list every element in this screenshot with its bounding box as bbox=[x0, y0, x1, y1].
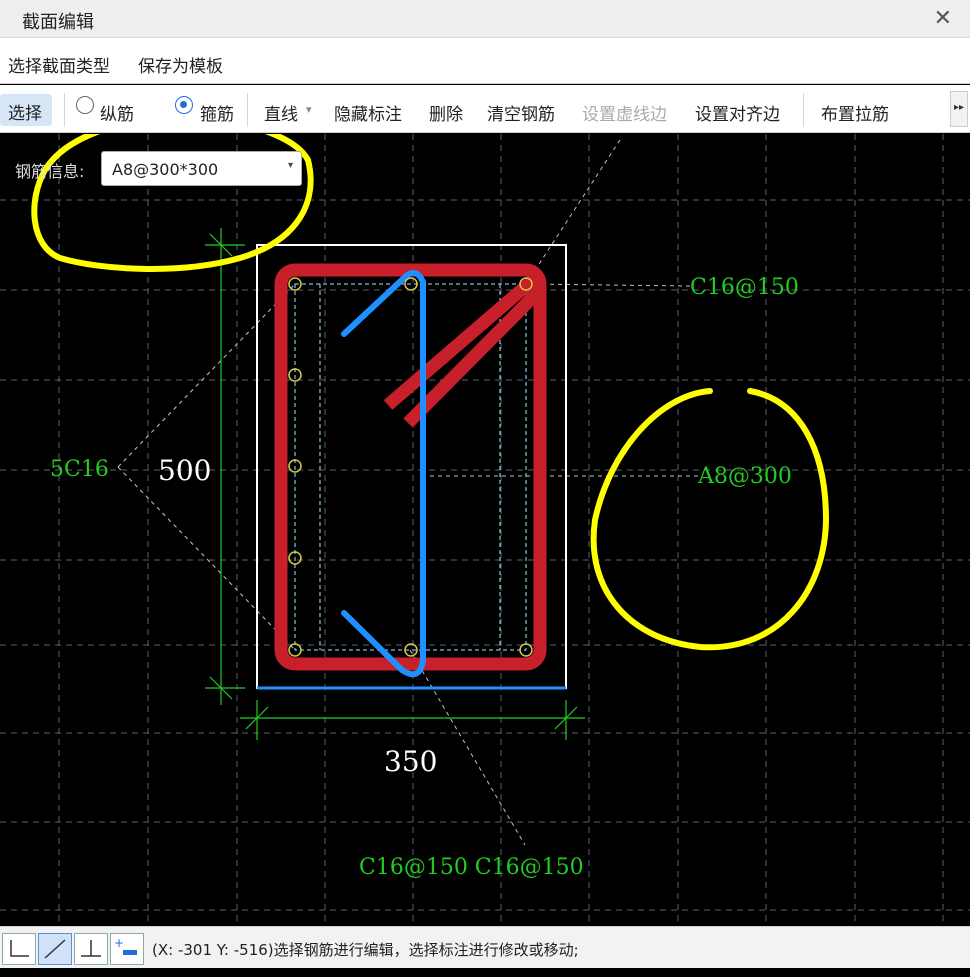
clear-rebar-button[interactable]: 清空钢筋 bbox=[487, 100, 555, 125]
status-text: (X: -301 Y: -516)选择钢筋进行编辑，选择标注进行修改或移动; bbox=[152, 941, 579, 959]
set-dashed-edge-button[interactable]: 设置虚线边 bbox=[582, 100, 667, 125]
hide-annotation-button[interactable]: 隐藏标注 bbox=[334, 100, 402, 125]
top-rebar-label[interactable]: C16@150 bbox=[690, 275, 799, 300]
chevron-down-icon[interactable]: ▾ bbox=[288, 160, 293, 171]
perpendicular-icon[interactable] bbox=[74, 933, 108, 965]
longitudinal-radio[interactable] bbox=[76, 96, 94, 114]
rebar-info-label: 钢筋信息: bbox=[15, 162, 85, 181]
chevron-down-icon[interactable]: ▾ bbox=[306, 103, 312, 116]
dimension-width-label[interactable]: 350 bbox=[384, 745, 437, 778]
longitudinal-label[interactable]: 纵筋 bbox=[100, 100, 134, 125]
status-bar: + (X: -301 Y: -516)选择钢筋进行编辑，选择标注进行修改或移动; bbox=[0, 926, 970, 968]
ortho-snap-icon[interactable] bbox=[2, 933, 36, 965]
stirrup-hook-1 bbox=[383, 275, 538, 410]
highlight-circle-stirrup bbox=[590, 388, 830, 651]
side-rebar-label[interactable]: 5C16 bbox=[50, 457, 109, 482]
select-button[interactable]: 选择 bbox=[0, 94, 52, 126]
bottom-strip bbox=[0, 968, 970, 977]
place-tie-button[interactable]: 布置拉筋 bbox=[821, 100, 889, 125]
close-icon[interactable]: ✕ bbox=[934, 6, 952, 31]
delete-button[interactable]: 删除 bbox=[429, 100, 463, 125]
stirrup-label[interactable]: 箍筋 bbox=[200, 100, 234, 125]
line-dropdown-button[interactable]: 直线 bbox=[264, 100, 298, 125]
svg-text:+: + bbox=[114, 936, 124, 950]
toolbar-divider bbox=[64, 93, 65, 127]
dimension-height-label[interactable]: 500 bbox=[158, 454, 211, 487]
toolbar: 选择 纵筋 箍筋 直线 ▾ 隐藏标注 删除 清空钢筋 设置虚线边 设置对齐边 布… bbox=[0, 85, 970, 133]
bottom-rebar-label[interactable]: C16@150 C16@150 bbox=[359, 855, 584, 880]
add-point-icon[interactable]: + bbox=[110, 933, 144, 965]
toolbar-divider bbox=[803, 93, 804, 127]
stirrup-radio[interactable] bbox=[175, 96, 193, 114]
title-bar: 截面编辑 ✕ bbox=[0, 0, 970, 38]
section-drawing[interactable]: 500 350 5C16 C16@150 A8@300 C16@150 C16@… bbox=[0, 134, 970, 926]
toolbar-more-icon[interactable]: ▸▸ bbox=[950, 91, 968, 127]
free-line-icon[interactable] bbox=[38, 933, 72, 965]
rebar-info-value: A8@300*300 bbox=[112, 160, 219, 179]
stirrup-hook-2 bbox=[403, 287, 543, 428]
rebar-info-select[interactable]: A8@300*300 ▾ bbox=[101, 151, 302, 186]
window-title: 截面编辑 bbox=[22, 12, 94, 33]
menu-select-section-type[interactable]: 选择截面类型 bbox=[8, 52, 110, 77]
toolbar-divider bbox=[247, 93, 248, 127]
tie-bar bbox=[341, 269, 426, 678]
drawing-canvas[interactable]: 500 350 5C16 C16@150 A8@300 C16@150 C16@… bbox=[0, 134, 970, 926]
menu-save-as-template[interactable]: 保存为模板 bbox=[138, 52, 223, 77]
stirrup-label[interactable]: A8@300 bbox=[697, 464, 792, 489]
set-align-edge-button[interactable]: 设置对齐边 bbox=[695, 100, 780, 125]
menu-bar: 选择截面类型 保存为模板 bbox=[0, 38, 970, 84]
